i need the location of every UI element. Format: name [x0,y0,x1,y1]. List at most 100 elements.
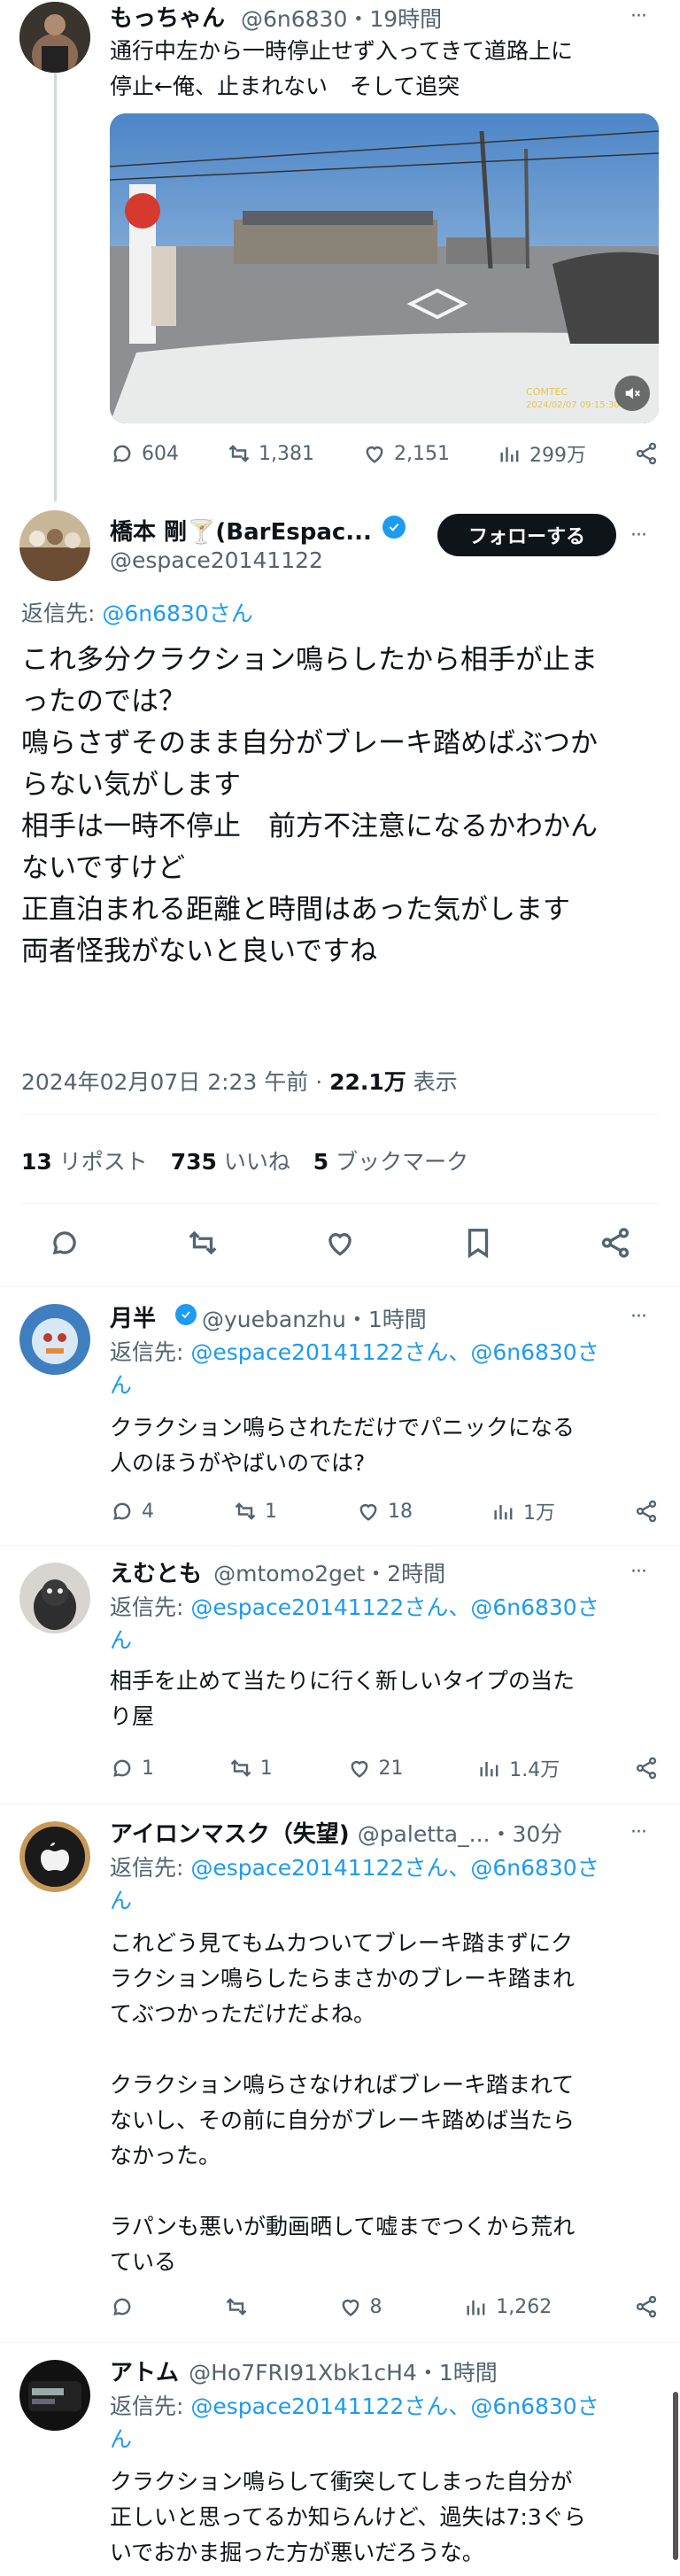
share-button[interactable] [634,1756,659,1781]
bookmarks-count-link[interactable]: 5 ブックマーク [313,1149,468,1175]
reply-icon [110,441,135,466]
repost-icon [227,441,251,466]
repost-icon [233,1499,258,1524]
like-button[interactable]: 2,151 [362,441,450,466]
bookmark-icon[interactable] [461,1226,495,1260]
views-button[interactable]: 1万 [491,1497,555,1525]
heart-icon[interactable] [323,1226,357,1260]
author-handle[interactable]: @espace20141122 [110,547,323,573]
share-button[interactable] [634,441,659,466]
tweet-actions: 604 1,381 2,151 299万 [110,439,659,468]
scrollbar[interactable] [673,2392,678,2560]
reply-icon [110,1756,135,1781]
author-name[interactable]: もっちゃん [110,0,225,33]
avatar[interactable] [19,2360,90,2431]
post-time[interactable]: ・19時間 [347,6,442,32]
heart-icon [338,2294,363,2319]
reply-text: 相手を止めて当たりに行く新しいタイプの当た り屋 [110,1668,576,1729]
author-line: えむとも @mtomo2get・2時間 [110,1556,445,1588]
author-handle[interactable]: @6n6830 [241,6,347,32]
reply-button[interactable] [110,2294,142,2319]
reply-text: クラクション鳴らして衝突してしまった自分が 正しいと思ってるか知らんけど、過失は… [110,2469,586,2565]
mute-icon[interactable] [614,376,650,411]
author-line: アトム @Ho7FRI91Xbk1cH4・1時間 [110,2355,498,2387]
views-icon [477,1756,502,1781]
more-options-icon[interactable]: ··· [630,1306,647,1328]
repost-icon[interactable] [186,1226,220,1260]
like-button[interactable]: 21 [347,1756,404,1781]
video-brand: COMTEC [526,386,568,398]
author-name[interactable]: 月半 [110,1306,156,1332]
author-name[interactable]: えむとも [110,1561,202,1587]
avatar[interactable] [19,1304,90,1375]
author-name[interactable]: アトム [110,2360,179,2386]
post-time[interactable]: ・30分 [490,1821,562,1847]
thread-line [54,73,57,501]
repost-button[interactable]: 1 [228,1756,273,1781]
author-handle[interactable]: @mtomo2get [213,1561,365,1587]
tweet-text: 通行中左から一時停止せず入ってきて道路上に 停止←俺、止まれない そして追突 [110,38,574,99]
reply-to: 返信先: @6n6830さん [21,601,253,626]
like-button[interactable]: 18 [356,1499,413,1524]
reply-to-link[interactable]: @6n6830さん [102,601,252,626]
more-options-icon[interactable]: ··· [630,1821,647,1843]
avatar[interactable] [19,1563,90,1633]
reply-text: これどう見てもムカついてブレーキ踏まずにク ラクション鳴らしたらまさかのブレーキ… [110,1930,576,2275]
like-button[interactable]: 8 [338,2294,382,2319]
video-timestamp: 2024/02/07 09:15:30 [526,400,620,410]
avatar[interactable] [19,1821,90,1892]
author-handle[interactable]: @paletta_... [358,1821,491,1847]
more-options-icon[interactable]: ··· [630,524,647,547]
reply-to-link[interactable]: @espace20141122さん、@6n6830さ [190,1855,599,1881]
views-button[interactable]: 1,262 [464,2294,552,2319]
post-time[interactable]: ・1時間 [417,2360,498,2386]
repost-button[interactable]: 1 [233,1499,277,1524]
author-name[interactable]: 橋本 剛🍸(BarEspac... [110,514,372,547]
follow-button[interactable]: フォローする [437,514,616,556]
reply-button[interactable]: 604 [110,441,179,466]
author-handle[interactable]: @Ho7FRI91Xbk1cH4 [189,2360,417,2386]
reply-to-link[interactable]: @espace20141122さん、@6n6830さ [190,1594,599,1620]
repost-button[interactable]: 1,381 [227,441,314,466]
views-button[interactable]: 1.4万 [477,1754,560,1782]
reply-button[interactable]: 4 [110,1499,154,1524]
reply-icon[interactable] [48,1226,81,1260]
repost-button[interactable] [224,2294,256,2319]
divider [0,1286,680,1287]
video-frame: COMTEC 2024/02/07 09:15:30 [110,113,659,423]
avatar[interactable] [19,510,90,581]
reply-button[interactable]: 1 [110,1756,154,1781]
author-meta: @yuebanzhu・1時間 [202,1302,427,1334]
more-options-icon[interactable]: ··· [630,1561,647,1583]
avatar[interactable] [19,2,90,73]
post-time[interactable]: ・1時間 [346,1307,427,1332]
reply-icon [110,2294,135,2319]
reply-to-link[interactable]: @espace20141122さん、@6n6830さ [190,1339,599,1365]
verified-badge-icon [382,516,406,539]
author-line: アイロンマスク（失望) @paletta_...・30分 [110,1816,562,1849]
reply-actions: 4 1 18 1万 [110,1497,659,1525]
likes-count-link[interactable]: 735 いいね [171,1149,290,1175]
more-options-icon[interactable]: ··· [630,5,647,27]
share-icon [634,2294,659,2319]
post-datetime[interactable]: 2024年02月07日 2:23 午前 · 22.1万 表示 [21,1065,458,1097]
author-name[interactable]: アイロンマスク（失望) [110,1821,350,1848]
share-button[interactable] [634,2294,659,2319]
post-time[interactable]: ・2時間 [365,1561,445,1587]
reply-to: 返信先: @espace20141122さん、@6n6830さ ん [110,1594,599,1653]
verified-badge-icon [175,1304,197,1325]
reply-actions: 1 1 21 1.4万 [110,1754,659,1782]
views-button[interactable]: 299万 [498,439,586,468]
reply-to-link[interactable]: @espace20141122さん、@6n6830さ [190,2394,599,2419]
author-handle[interactable]: @yuebanzhu [202,1307,346,1332]
share-icon [634,1499,659,1524]
views-icon [464,2294,489,2319]
share-button[interactable] [634,1499,659,1524]
main-tweet-text: これ多分クラクション鳴らしたから相手が止ま ったのでは？ 鳴らさずそのまま自分が… [21,644,598,967]
heart-icon [356,1499,381,1524]
video-player[interactable]: COMTEC 2024/02/07 09:15:30 [110,113,659,423]
reposts-count-link[interactable]: 13 リポスト [21,1149,148,1175]
share-icon[interactable] [599,1226,632,1260]
engagement-counts: 13 リポスト 735 いいね 5 ブックマーク [21,1144,468,1176]
divider [21,1203,659,1204]
